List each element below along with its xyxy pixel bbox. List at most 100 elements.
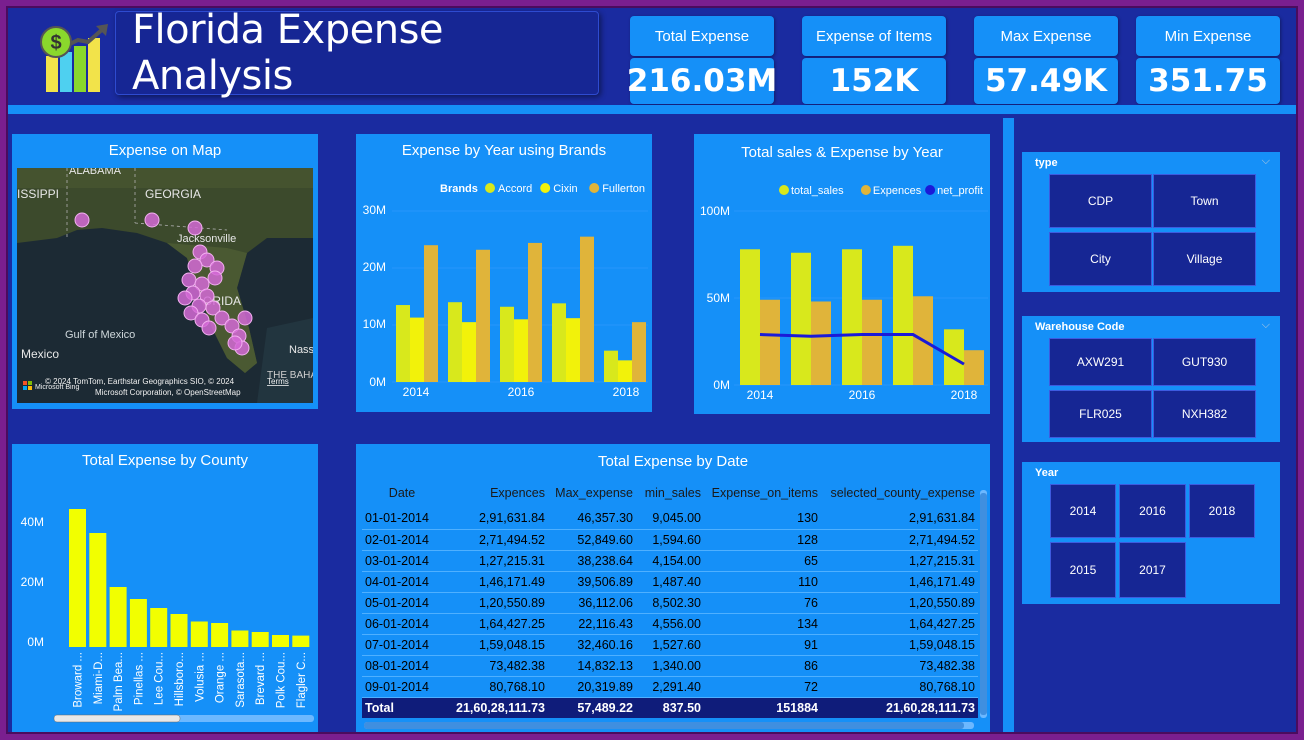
sales-chart-panel[interactable]: Total sales & Expense by Year 100M 50M 0…: [694, 134, 990, 414]
table-row[interactable]: 08-01-2014 73,482.38 14,832.13 1,340.00 86 73…: [362, 655, 978, 677]
horizontal-scrollbar-thumb[interactable]: [53, 714, 181, 723]
table-row[interactable]: 02-01-2014 2,71,494.52 52,849.60 1,594.60 12…: [362, 529, 978, 551]
table-panel[interactable]: Total Expense by Date Date Expences Max_ex…: [356, 444, 990, 732]
bar-county[interactable]: [272, 635, 289, 647]
map-terms-link[interactable]: Terms: [267, 377, 289, 386]
florida-map[interactable]: ISSIPPI ALABAMA GEORGIA Jacksonville ORI…: [17, 168, 313, 403]
bar-fullerton[interactable]: [528, 242, 542, 382]
bar-accord[interactable]: [552, 303, 566, 382]
kpi-expense-of-items[interactable]: Expense of Items 152K: [802, 16, 946, 104]
year-slicer[interactable]: Year 2014 2016 2018 2015 2017: [1022, 462, 1280, 604]
slicer-option-gut930[interactable]: GUT930: [1153, 338, 1256, 386]
bar-county[interactable]: [109, 587, 127, 647]
table-row[interactable]: 05-01-2014 1,20,550.89 36,112.06 8,502.30 76…: [362, 592, 978, 614]
bar-county[interactable]: [89, 533, 107, 647]
slicer-option-2016[interactable]: 2016: [1119, 484, 1186, 538]
chevron-down-icon[interactable]: ⌵: [1262, 319, 1270, 332]
horizontal-scrollbar-track[interactable]: [364, 722, 974, 729]
bar-accord[interactable]: [604, 350, 618, 382]
bar-expences[interactable]: [964, 350, 984, 385]
bar-total_sales[interactable]: [893, 245, 913, 385]
map-marker[interactable]: [201, 320, 217, 336]
kpi-max-expense[interactable]: Max Expense 57.49K: [974, 16, 1118, 104]
chevron-down-icon[interactable]: ⌵: [1262, 155, 1270, 168]
bar-county[interactable]: [211, 623, 229, 647]
column-header[interactable]: min_sales: [636, 478, 704, 508]
bar-total_sales[interactable]: [740, 249, 760, 385]
kpi-min-expense[interactable]: Min Expense 351.75: [1136, 16, 1280, 104]
bar-fullerton[interactable]: [580, 236, 594, 382]
expense-table-container[interactable]: Date Expences Max_expense min_sales Expense_…: [362, 478, 978, 724]
map-panel[interactable]: Expense on Map ISSIPPI ALABAMA GEORGIA J…: [12, 134, 318, 409]
bar-fullerton[interactable]: [476, 249, 490, 382]
map-marker[interactable]: [74, 212, 90, 228]
legend-label[interactable]: Fullerton: [602, 183, 645, 195]
table-row[interactable]: 06-01-2014 1,64,427.25 22,116.43 4,556.00 13…: [362, 613, 978, 635]
map-marker[interactable]: [187, 220, 203, 236]
slicer-option-2015[interactable]: 2015: [1050, 542, 1116, 598]
kpi-total-expense[interactable]: Total Expense 216.03M: [627, 16, 777, 104]
slicer-option-city[interactable]: City: [1049, 232, 1152, 286]
bar-total_sales[interactable]: [842, 249, 862, 385]
bar-cixin[interactable]: [462, 322, 476, 382]
table-row[interactable]: 09-01-2014 80,768.10 20,319.89 2,291.40 72 80…: [362, 676, 978, 698]
table-row[interactable]: 03-01-2014 1,27,215.31 38,238.64 4,154.00 65…: [362, 550, 978, 572]
horizontal-scrollbar-thumb[interactable]: [364, 722, 964, 729]
bar-cixin[interactable]: [410, 317, 424, 382]
map-marker[interactable]: [144, 212, 160, 228]
bar-expences[interactable]: [811, 301, 831, 385]
map-marker[interactable]: [227, 335, 243, 351]
column-header[interactable]: selected_county_expense: [821, 478, 978, 508]
bar-accord[interactable]: [500, 306, 514, 382]
warehouse-slicer[interactable]: Warehouse Code ⌵ AXW291 GUT930 FLR025 NX…: [1022, 316, 1280, 442]
bar-accord[interactable]: [448, 302, 462, 382]
bar-county[interactable]: [69, 509, 86, 647]
map-marker[interactable]: [237, 310, 253, 326]
legend-label[interactable]: Accord: [498, 183, 532, 195]
legend-label[interactable]: net_profit: [937, 185, 983, 197]
slicer-option-village[interactable]: Village: [1153, 232, 1256, 286]
slicer-option-2017[interactable]: 2017: [1119, 542, 1186, 598]
column-header[interactable]: Expense_on_items: [704, 478, 821, 508]
bar-cixin[interactable]: [618, 360, 632, 382]
map-marker[interactable]: [177, 290, 193, 306]
column-header[interactable]: Max_expense: [548, 478, 636, 508]
bar-accord[interactable]: [396, 305, 410, 382]
bar-cixin[interactable]: [514, 319, 528, 382]
bar-fullerton[interactable]: [424, 245, 438, 382]
bar-county[interactable]: [150, 608, 168, 647]
map-marker[interactable]: [181, 272, 197, 288]
slicer-option-axw291[interactable]: AXW291: [1049, 338, 1152, 386]
table-row[interactable]: 04-01-2014 1,46,171.49 39,506.89 1,487.40 11…: [362, 571, 978, 593]
legend-label[interactable]: total_sales: [791, 185, 844, 197]
bar-county[interactable]: [170, 614, 188, 647]
bar-cixin[interactable]: [566, 318, 580, 382]
bar-expences[interactable]: [760, 299, 780, 385]
slicer-option-cdp[interactable]: CDP: [1049, 174, 1152, 228]
slicer-option-2014[interactable]: 2014: [1050, 484, 1116, 538]
vertical-scrollbar-thumb[interactable]: [980, 493, 987, 715]
map-marker[interactable]: [187, 258, 203, 274]
slicer-option-flr025[interactable]: FLR025: [1049, 390, 1152, 438]
county-chart-panel[interactable]: Total Expense by County 40M 20M 0M Browa…: [12, 444, 318, 732]
bar-county[interactable]: [292, 635, 310, 647]
bar-county[interactable]: [190, 621, 208, 648]
table-row[interactable]: 01-01-2014 2,91,631.84 46,357.30 9,045.00 13…: [362, 508, 978, 530]
bar-county[interactable]: [251, 632, 269, 647]
type-slicer[interactable]: type ⌵ CDP Town City Village: [1022, 152, 1280, 292]
vertical-scrollbar-track[interactable]: [980, 490, 987, 718]
bar-total_sales[interactable]: [791, 252, 811, 385]
legend-label[interactable]: Cixin: [553, 183, 577, 195]
table-row[interactable]: 07-01-2014 1,59,048.15 32,460.16 1,527.60 91…: [362, 634, 978, 656]
map-marker[interactable]: [207, 270, 223, 286]
column-header[interactable]: Date: [362, 478, 442, 508]
slicer-option-nxh382[interactable]: NXH382: [1153, 390, 1256, 438]
slicer-option-town[interactable]: Town: [1153, 174, 1256, 228]
legend-label[interactable]: Expences: [873, 185, 922, 197]
bar-expences[interactable]: [862, 299, 882, 385]
slicer-option-2018[interactable]: 2018: [1189, 484, 1255, 538]
column-header[interactable]: Expences: [442, 478, 548, 508]
bar-fullerton[interactable]: [632, 322, 646, 382]
brands-chart-panel[interactable]: Expense by Year using Brands Brands 30M …: [356, 134, 652, 412]
bar-county[interactable]: [129, 599, 147, 647]
